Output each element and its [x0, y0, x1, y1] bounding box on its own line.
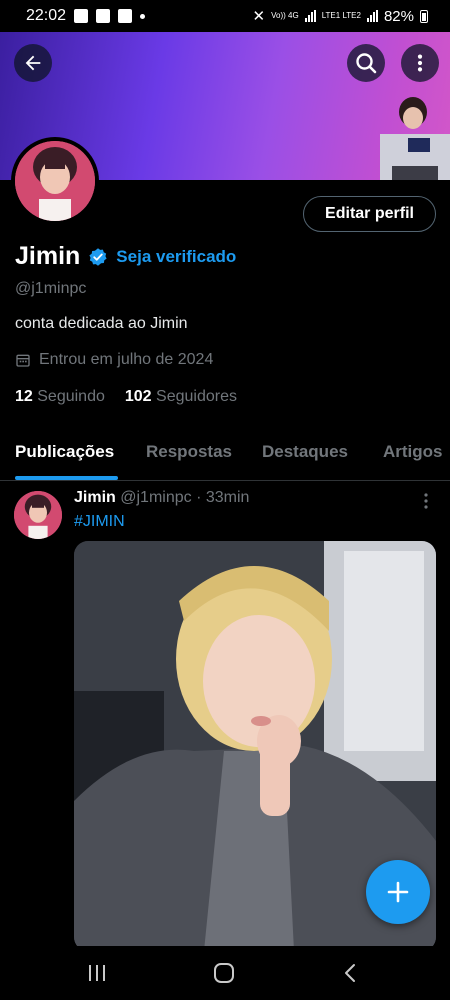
post-more-icon[interactable] [420, 491, 432, 511]
post-avatar[interactable] [14, 491, 62, 539]
battery-icon [420, 9, 428, 23]
signal-2-icon [366, 10, 378, 22]
tab-artigos[interactable]: Artigos [383, 442, 443, 462]
following-count: 12 [15, 388, 33, 405]
post-avatar-image [14, 491, 62, 539]
signal-icon [304, 10, 316, 22]
back-button[interactable] [14, 44, 52, 82]
gallery-notification-icon [118, 9, 133, 23]
plus-icon [387, 881, 409, 903]
more-vertical-icon [417, 54, 423, 72]
profile-avatar[interactable] [11, 137, 99, 225]
verified-badge-icon[interactable] [88, 247, 108, 267]
home-icon [214, 963, 234, 983]
follow-stats: 12 Seguindo 102 Seguidores [15, 388, 237, 406]
following-link[interactable]: 12 Seguindo [15, 388, 105, 406]
following-label: Seguindo [37, 388, 105, 405]
edit-profile-button[interactable]: Editar perfil [303, 196, 436, 232]
mute-icon: ✕ [252, 8, 266, 25]
more-options-button[interactable] [401, 44, 439, 82]
followers-link[interactable]: 102 Seguidores [125, 388, 237, 406]
banner-photo-figure [380, 97, 450, 180]
calendar-icon [16, 354, 30, 367]
status-time: 22:02 [26, 7, 67, 24]
recent-apps-icon [89, 965, 105, 981]
status-bar: 22:02 ✕ Vo)) 4G LTE1 LTE2 82% [0, 0, 450, 32]
active-tab-indicator [15, 476, 118, 480]
recent-apps-button[interactable] [82, 960, 112, 986]
profile-name: Jimin [15, 242, 81, 270]
profile-handle: @j1minpc [15, 280, 87, 297]
system-nav-bar [0, 946, 450, 1000]
compose-post-button[interactable] [366, 860, 430, 924]
more-notifications-icon [140, 13, 146, 19]
followers-label: Seguidores [156, 388, 237, 405]
post-author[interactable]: Jimin [74, 489, 116, 506]
search-button[interactable] [347, 44, 385, 82]
post-handle-time: @j1minpc · 33min [120, 489, 250, 506]
home-button[interactable] [209, 960, 239, 986]
join-date-text: Entrou em julho de 2024 [39, 351, 214, 368]
search-icon [356, 53, 377, 74]
avatar-image [15, 141, 95, 221]
network-label-2: LTE1 LTE2 [321, 11, 361, 20]
network-label-1: Vo)) 4G [271, 11, 299, 20]
back-system-button[interactable] [335, 960, 365, 986]
post-header: Jimin @j1minpc · 33min [74, 489, 249, 507]
tab-respostas[interactable]: Respostas [146, 442, 232, 462]
checkbox-notification-icon [74, 9, 89, 23]
get-verified-link[interactable]: Seja verificado [116, 247, 236, 267]
chevron-left-icon [345, 964, 355, 982]
profile-tabs: Publicações Respostas Destaques Artigos [0, 432, 450, 481]
tab-destaques[interactable]: Destaques [262, 442, 348, 462]
profile-bio: conta dedicada ao Jimin [15, 315, 188, 332]
post-hashtag[interactable]: #JIMIN [74, 513, 125, 531]
tab-publicacoes[interactable]: Publicações [15, 442, 114, 462]
followers-count: 102 [124, 388, 152, 405]
join-date: Entrou em julho de 2024 [15, 351, 213, 369]
arrow-left-icon [25, 55, 41, 71]
chat-notification-icon [96, 9, 111, 23]
battery-percent: 82% [383, 7, 414, 25]
profile-name-row: Jimin Seja verificado [15, 242, 236, 271]
